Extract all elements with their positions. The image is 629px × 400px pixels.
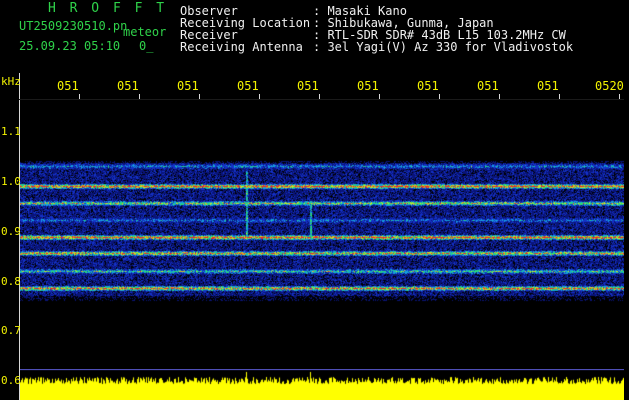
y-tick-label: 0.9 (1, 225, 21, 238)
file-name: UT2509230510.pn (19, 19, 128, 33)
x-tick-label: 051 (417, 79, 439, 93)
x-tick-label: 0520 (595, 79, 624, 93)
x-tick (559, 94, 560, 99)
x-tick-label: 051 (297, 79, 319, 93)
x-tick-label: 051 (537, 79, 559, 93)
x-tick-label: 051 (57, 79, 79, 93)
x-tick (79, 94, 80, 99)
x-tick (619, 94, 620, 99)
spectrogram-waterfall (20, 100, 624, 368)
x-tick (259, 94, 260, 99)
y-tick-label: 1.0 (1, 175, 21, 188)
y-axis-unit: kHz (1, 75, 21, 88)
antenna-label: Receiving Antenna (180, 40, 303, 54)
y-tick-label: 0.7 (1, 324, 21, 337)
x-tick-label: 051 (237, 79, 259, 93)
x-tick (439, 94, 440, 99)
x-tick (379, 94, 380, 99)
hrofft-window: H R O F F T UT2509230510.pn meteor 25.09… (0, 0, 629, 400)
y-tick-label: 0.6 (1, 374, 21, 387)
file-type: meteor (123, 25, 167, 39)
y-tick-label: 0.8 (1, 275, 21, 288)
x-tick (199, 94, 200, 99)
x-tick-label: 051 (477, 79, 499, 93)
counter: 0_ (139, 39, 154, 53)
x-tick-label: 051 (357, 79, 379, 93)
x-tick-label: 051 (177, 79, 199, 93)
date-time: 25.09.23 05:10 (19, 39, 121, 53)
app-title: H R O F F T (48, 1, 168, 16)
x-tick (139, 94, 140, 99)
antenna-value: : 3el Yagi(V) Az 330 for Vladivostok (313, 40, 574, 54)
x-tick (499, 94, 500, 99)
x-tick-label: 051 (117, 79, 139, 93)
x-tick (319, 94, 320, 99)
amplitude-strip (20, 369, 624, 400)
y-tick-label: 1.1 (1, 125, 21, 138)
